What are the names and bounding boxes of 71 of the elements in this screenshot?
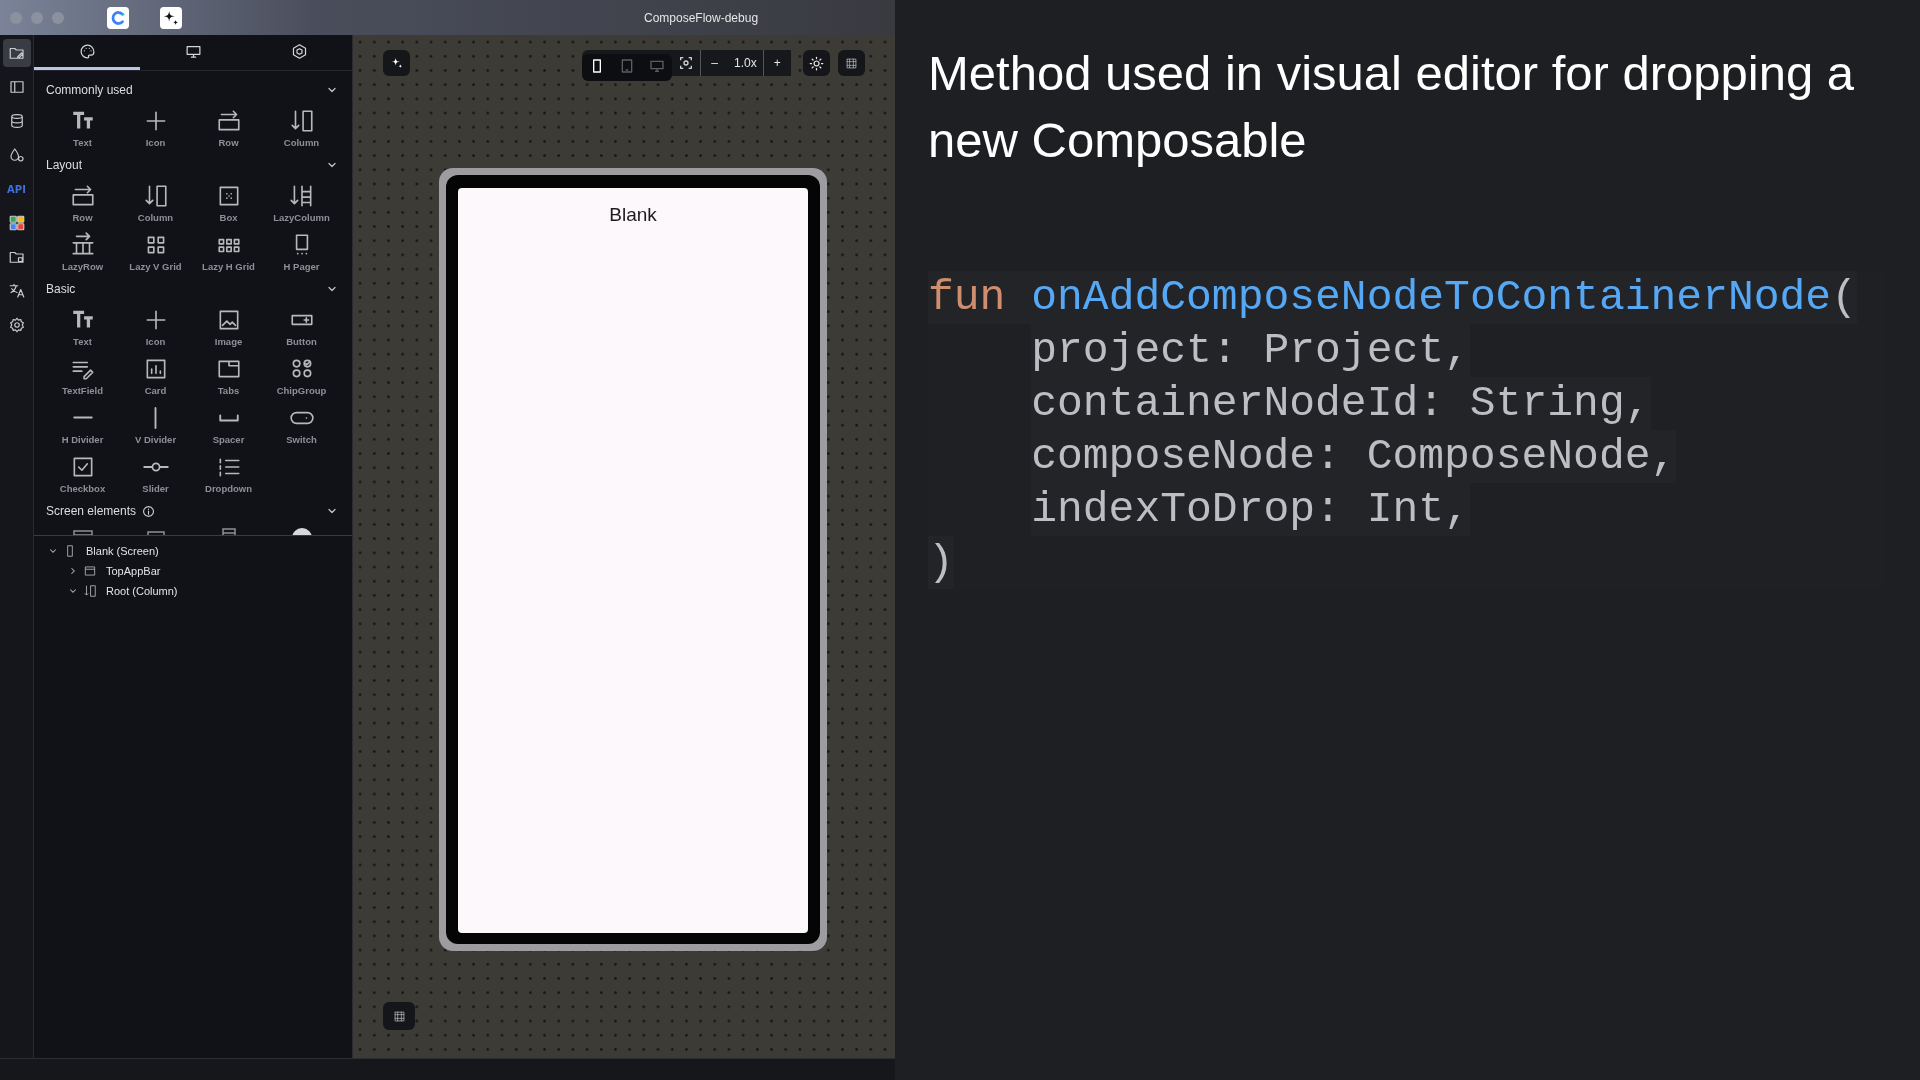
column-layout-icon — [288, 107, 315, 134]
section-title: Basic — [46, 282, 76, 296]
tree-item[interactable]: Root (Column) — [106, 585, 178, 597]
palette-icon — [78, 42, 96, 60]
horizontal-line-icon — [72, 415, 93, 420]
column-layout-icon — [142, 182, 169, 209]
tree-item[interactable]: TopAppBar — [106, 565, 161, 577]
palette-item[interactable]: Button — [265, 302, 338, 351]
drops-icon — [7, 146, 26, 164]
tablet-icon — [619, 58, 635, 74]
nav-button[interactable] — [2, 39, 31, 67]
app-grid-icon — [7, 214, 26, 232]
palette-item[interactable]: Checkbox — [46, 449, 119, 498]
palette-item[interactable]: Card — [119, 351, 192, 400]
chevron-icon[interactable] — [68, 586, 78, 596]
chevron-icon[interactable] — [48, 546, 58, 556]
theme-button[interactable] — [802, 50, 830, 76]
section-title: Commonly used — [46, 83, 133, 97]
palette-item[interactable]: Lazy V Grid — [119, 227, 192, 276]
palette-item[interactable]: ChipGroup — [265, 351, 338, 400]
ai-button[interactable] — [383, 50, 410, 76]
grid-icon — [391, 1008, 407, 1024]
palette-item[interactable]: Dropdown — [192, 449, 265, 498]
palette-item[interactable]: Slider — [119, 449, 192, 498]
palette-item[interactable]: Tabs — [192, 351, 265, 400]
section-title: Screen elements — [46, 504, 137, 518]
palette-item[interactable]: V Divider — [119, 400, 192, 449]
translate-icon — [7, 282, 26, 300]
palette-item[interactable]: Switch — [265, 400, 338, 449]
slide-heading: Method used in visual editor for dropping a new Composable — [928, 45, 1856, 169]
grid-icon — [843, 55, 859, 71]
chevron-icon[interactable] — [68, 566, 78, 576]
spacer-icon — [218, 413, 239, 422]
palette-item[interactable]: Text — [46, 103, 119, 152]
palette-item[interactable]: Icon — [119, 103, 192, 152]
fit-button[interactable] — [383, 1002, 415, 1030]
palette-item[interactable]: Icon — [119, 302, 192, 351]
palette-item[interactable]: H Pager — [265, 227, 338, 276]
hexagon-icon — [290, 42, 308, 60]
palette-item[interactable]: LazyColumn — [265, 178, 338, 227]
grid-button[interactable] — [837, 50, 865, 76]
palette-item[interactable]: Box — [192, 178, 265, 227]
palette-item[interactable]: Lazy H Grid — [192, 227, 265, 276]
zoom-in-button[interactable]: + — [762, 50, 791, 76]
palette-item[interactable]: Row — [46, 178, 119, 227]
palette-item[interactable]: Text — [46, 302, 119, 351]
focus-icon — [678, 55, 694, 71]
palette-item[interactable]: Row — [192, 103, 265, 152]
section-title: Layout — [46, 158, 83, 172]
palette-item[interactable]: Column — [119, 178, 192, 227]
api-nav-button[interactable]: API — [2, 175, 31, 203]
sidebar-panel-icon — [7, 78, 26, 96]
palette-item[interactable]: LazyRow — [46, 227, 119, 276]
info-icon[interactable] — [142, 504, 156, 518]
slider-icon — [142, 461, 169, 472]
settings-icon — [7, 316, 26, 334]
palette-item[interactable]: Column — [265, 103, 338, 152]
sparkle-app-icon[interactable] — [160, 6, 182, 29]
tree-item[interactable]: Blank (Screen) — [86, 545, 159, 557]
vertical-line-icon — [153, 405, 158, 430]
palette-item[interactable]: H Divider — [46, 400, 119, 449]
c-swirl-app-icon[interactable] — [107, 6, 129, 29]
column-layout-icon — [83, 584, 97, 598]
window-icon — [83, 564, 97, 578]
window-title: ComposeFlow-debug — [644, 10, 759, 25]
sun-icon — [808, 55, 824, 71]
screen-title: Blank — [609, 204, 657, 227]
desktop-icon — [649, 58, 665, 74]
palette-item[interactable]: Spacer — [192, 400, 265, 449]
palette-item[interactable]: Image — [192, 302, 265, 351]
palette-item[interactable]: TextField — [46, 351, 119, 400]
